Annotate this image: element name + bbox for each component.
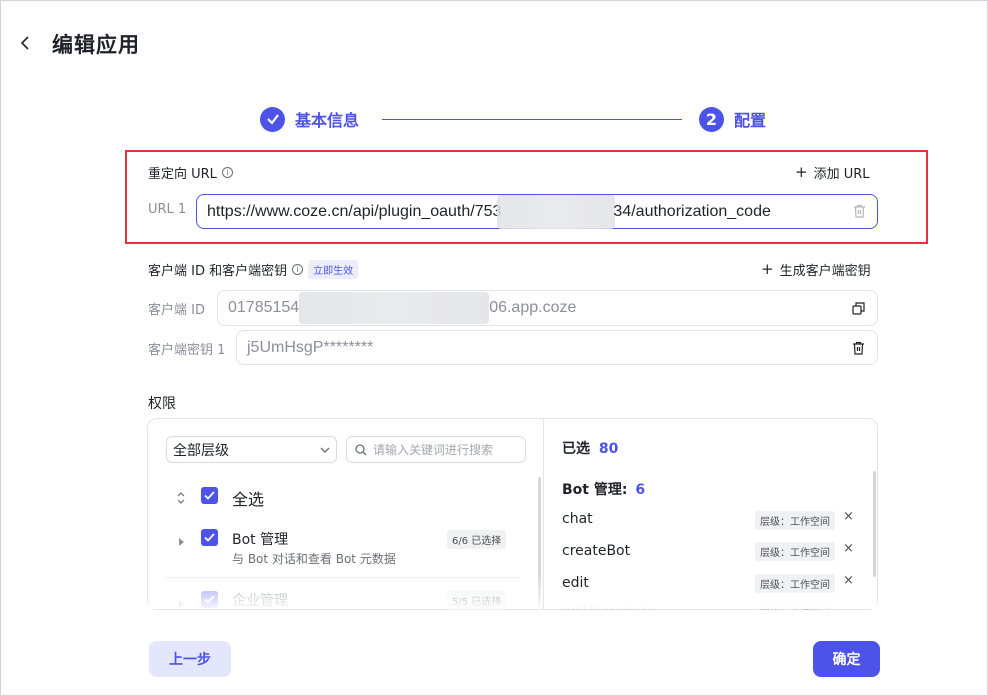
info-icon[interactable]: i bbox=[221, 167, 233, 178]
level-tag: 层级：工作空间 bbox=[755, 511, 835, 530]
page-title: 编辑应用 bbox=[52, 33, 140, 57]
step-number: 2 bbox=[699, 106, 724, 132]
client-secret-field: j5UmHsgP******** bbox=[236, 330, 878, 365]
permissions-label: 权限 bbox=[148, 396, 176, 412]
level-select[interactable]: 全部层级 bbox=[166, 436, 337, 463]
level-tag: 层级：工作空间 bbox=[755, 574, 835, 593]
left-scrollbar[interactable] bbox=[538, 477, 541, 607]
level-tag: 层级：工作空间 bbox=[755, 604, 835, 610]
group-checkbox[interactable] bbox=[201, 529, 218, 546]
chevron-left-icon bbox=[20, 36, 29, 50]
client-id-label: 客户端 ID 和客户端密钥 i 立即生效 bbox=[148, 260, 359, 279]
info-icon[interactable]: i bbox=[292, 264, 304, 275]
url-suffix: 34/authorization_code bbox=[613, 202, 771, 220]
select-all-checkbox[interactable] bbox=[201, 487, 218, 504]
group-subtitle: 与 Bot 对话和查看 Bot 元数据 bbox=[232, 552, 396, 566]
client-id-field: 01785154 06.app.coze bbox=[217, 290, 878, 326]
confirm-button[interactable]: 确定 bbox=[813, 641, 880, 677]
panel-divider bbox=[543, 419, 544, 609]
group-title: 企业管理 bbox=[232, 593, 288, 609]
chevron-down-icon bbox=[320, 447, 330, 453]
group-count-badge: 5/5 已选择 bbox=[447, 591, 507, 610]
selected-count: 80 bbox=[598, 441, 619, 457]
step-label: 配置 bbox=[734, 111, 767, 130]
check-circle-icon bbox=[260, 106, 285, 132]
search-placeholder: 请输入关键词进行搜索 bbox=[373, 443, 494, 457]
redirect-url-label-text: 重定向 URL bbox=[148, 167, 217, 182]
selected-item-name: edit bbox=[562, 575, 589, 591]
redacted-mask bbox=[497, 194, 616, 229]
client-id-label-text: 客户端 ID 和客户端密钥 bbox=[148, 264, 288, 279]
selected-group-title: Bot 管理: bbox=[562, 482, 628, 498]
selected-item-name: editMetadata bbox=[562, 604, 655, 610]
level-select-value: 全部层级 bbox=[173, 442, 229, 459]
level-tag: 层级：工作空间 bbox=[755, 542, 835, 561]
divider bbox=[166, 577, 521, 578]
selected-header: 已选 80 bbox=[562, 438, 618, 458]
selected-item-name: chat bbox=[562, 511, 593, 527]
selected-group-header: Bot 管理: 6 bbox=[562, 479, 645, 499]
step-config: 2 配置 bbox=[699, 105, 766, 133]
remove-icon[interactable]: × bbox=[843, 541, 854, 556]
generate-secret-button[interactable]: + 生成客户端密钥 bbox=[761, 260, 871, 280]
redacted-mask bbox=[299, 292, 490, 324]
right-scrollbar[interactable] bbox=[873, 471, 876, 577]
selected-group-count: 6 bbox=[635, 482, 646, 498]
redirect-url-label: 重定向 URL i bbox=[148, 163, 233, 182]
add-url-label: 添加 URL bbox=[813, 167, 870, 182]
client-id-row-label: 客户端 ID bbox=[148, 303, 205, 318]
client-id-suffix: 06.app.coze bbox=[489, 299, 577, 316]
previous-step-button[interactable]: 上一步 bbox=[149, 641, 231, 677]
url-row-label: URL 1 bbox=[148, 202, 187, 217]
step-connector bbox=[382, 119, 682, 120]
select-all-label: 全选 bbox=[232, 490, 265, 509]
client-secret-row-label: 客户端密钥 1 bbox=[148, 343, 226, 358]
selected-item-name: createBot bbox=[562, 543, 631, 559]
step-label: 基本信息 bbox=[295, 111, 360, 130]
search-icon bbox=[355, 443, 367, 455]
back-button[interactable] bbox=[15, 31, 35, 55]
copy-icon[interactable] bbox=[849, 299, 867, 317]
plus-icon: + bbox=[761, 260, 774, 278]
redirect-url-input[interactable]: https://www.coze.cn/api/plugin_oauth/753… bbox=[196, 194, 878, 229]
client-id-prefix: 01785154 bbox=[228, 299, 300, 316]
plus-icon: + bbox=[795, 163, 808, 181]
collapse-toggle-icon[interactable] bbox=[176, 489, 186, 508]
group-title: Bot 管理 bbox=[232, 532, 289, 548]
search-input[interactable]: 请输入关键词进行搜索 bbox=[346, 436, 526, 463]
trash-icon[interactable] bbox=[849, 339, 867, 357]
expand-arrow-icon[interactable] bbox=[178, 594, 185, 613]
remove-icon[interactable]: × bbox=[843, 509, 854, 524]
add-url-button[interactable]: + 添加 URL bbox=[795, 163, 870, 183]
step-basic-info: 基本信息 bbox=[260, 105, 359, 133]
generate-secret-label: 生成客户端密钥 bbox=[779, 264, 871, 279]
trash-icon[interactable] bbox=[850, 202, 868, 220]
remove-icon[interactable]: × bbox=[843, 573, 854, 588]
selected-label: 已选 bbox=[562, 441, 590, 457]
status-badge: 立即生效 bbox=[308, 260, 359, 279]
group-checkbox[interactable] bbox=[201, 591, 218, 608]
expand-arrow-icon[interactable] bbox=[178, 532, 185, 551]
group-count-badge: 6/6 已选择 bbox=[447, 530, 507, 549]
url-prefix: https://www.coze.cn/api/plugin_oauth/753 bbox=[207, 202, 502, 220]
